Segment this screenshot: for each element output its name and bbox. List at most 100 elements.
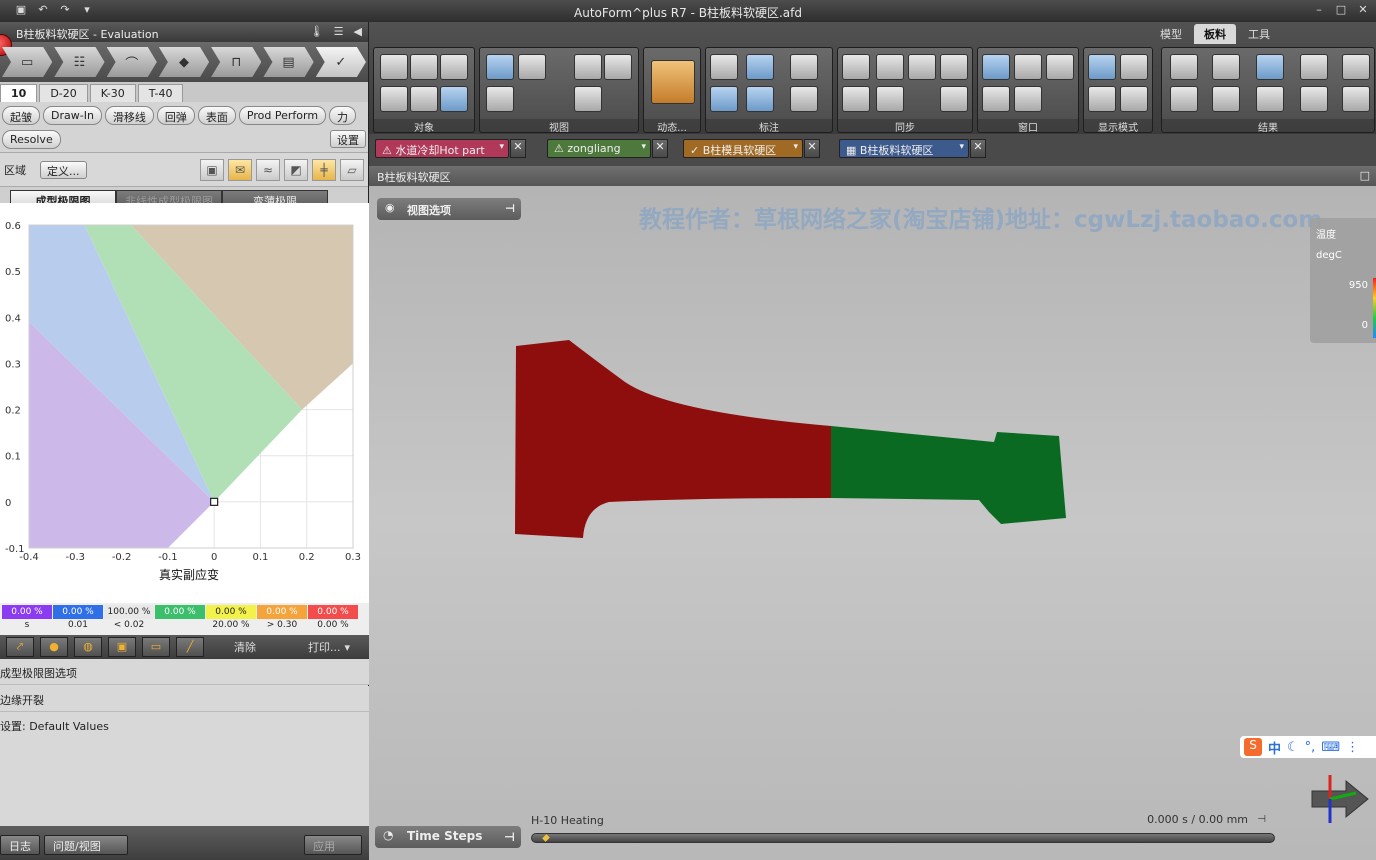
step-process[interactable]: ☷ bbox=[54, 47, 105, 77]
view-fit-icon[interactable] bbox=[574, 54, 602, 80]
window-single-icon[interactable] bbox=[982, 54, 1010, 80]
annotation-brush-icon[interactable] bbox=[790, 86, 818, 112]
section-icon[interactable]: ◩ bbox=[284, 159, 308, 181]
sync-link-icon[interactable] bbox=[940, 54, 968, 80]
chevron-down-icon[interactable]: ▾ bbox=[959, 142, 964, 152]
ribbon-tab-tools[interactable]: 工具 bbox=[1238, 24, 1280, 44]
dynamic-section-icon[interactable] bbox=[651, 60, 695, 104]
define-button[interactable]: 定义... bbox=[40, 160, 87, 179]
axis-icon[interactable]: ╪ bbox=[312, 159, 336, 181]
ribbon-tab-blank[interactable]: 板料 bbox=[1194, 24, 1236, 44]
view-axis-icon[interactable] bbox=[486, 54, 514, 80]
view-camera-icon[interactable] bbox=[604, 54, 632, 80]
doc-tab-hot-part[interactable]: ⚠ 水道冷却Hot part ▾ ✕ bbox=[375, 139, 526, 158]
maximize-icon[interactable]: □ bbox=[1334, 3, 1348, 17]
apply-button[interactable]: 应用 bbox=[304, 835, 362, 855]
ime-toolbar[interactable]: S 中 ☾ °, ⌨ ⋮ bbox=[1240, 736, 1376, 758]
step-blank[interactable]: ◆ bbox=[158, 47, 210, 77]
object-blank-icon[interactable] bbox=[440, 86, 468, 112]
sync-unlink-icon[interactable] bbox=[940, 86, 968, 112]
print-button[interactable]: 打印... bbox=[308, 639, 341, 655]
moon-icon[interactable]: ☾ bbox=[1287, 740, 1299, 755]
clear-button[interactable]: 清除 bbox=[234, 639, 308, 655]
sync-list-icon[interactable] bbox=[908, 54, 936, 80]
result-flow-icon[interactable] bbox=[1300, 86, 1328, 112]
pick-eraser-icon[interactable]: ▭ bbox=[142, 637, 170, 657]
chip-surface[interactable]: 表面 bbox=[197, 106, 236, 125]
result-shape-icon[interactable] bbox=[1170, 54, 1198, 80]
result-draw-icon[interactable] bbox=[1256, 86, 1284, 112]
window-split-h-icon[interactable] bbox=[982, 86, 1010, 112]
annotation-tag-icon[interactable] bbox=[710, 86, 738, 112]
close-icon[interactable]: ✕ bbox=[652, 139, 668, 158]
result-envelope-icon[interactable] bbox=[1300, 54, 1328, 80]
close-icon[interactable]: ✕ bbox=[804, 139, 820, 158]
chip-prod-perform[interactable]: Prod Perform bbox=[238, 106, 327, 125]
step-drawing[interactable]: ⌒ bbox=[106, 47, 157, 77]
object-die-icon[interactable] bbox=[410, 54, 438, 80]
fld-options-section[interactable]: 成型极限图选项 bbox=[0, 659, 369, 685]
time-step-slider[interactable] bbox=[531, 833, 1275, 843]
sync-clock-icon[interactable] bbox=[842, 86, 870, 112]
view-iso-icon[interactable] bbox=[518, 54, 546, 80]
chevron-down-icon[interactable]: ▾ bbox=[499, 142, 504, 152]
chip-resolve[interactable]: Resolve bbox=[2, 130, 61, 149]
list-check-icon[interactable]: ☰ bbox=[334, 25, 344, 38]
display-hidden-icon[interactable] bbox=[1120, 86, 1148, 112]
step-geometry[interactable]: ▭ bbox=[2, 47, 53, 77]
surface-icon[interactable]: ≈ bbox=[256, 159, 280, 181]
tab-k-30[interactable]: K-30 bbox=[89, 84, 136, 102]
pick-point-icon[interactable]: ⤤ bbox=[6, 637, 34, 657]
result-stack-icon[interactable] bbox=[1342, 54, 1370, 80]
pick-area-icon[interactable]: ◍ bbox=[74, 637, 102, 657]
chevron-down-icon[interactable]: ▾ bbox=[793, 142, 798, 152]
box-icon[interactable]: ▣ bbox=[200, 159, 224, 181]
doc-tab-die-zones[interactable]: ✓ B柱模具软硬区 ▾ ✕ bbox=[683, 139, 820, 158]
tab-t-40[interactable]: T-40 bbox=[137, 84, 184, 102]
print-dropdown-icon[interactable]: ▾ bbox=[345, 641, 351, 654]
annotation-number-icon[interactable] bbox=[746, 86, 774, 112]
result-wave-icon[interactable] bbox=[1342, 86, 1370, 112]
result-axis-icon[interactable] bbox=[1170, 86, 1198, 112]
step-tools[interactable]: ⊓ bbox=[211, 47, 262, 77]
slider-handle[interactable] bbox=[542, 834, 550, 842]
sync-camera-icon[interactable] bbox=[842, 54, 870, 80]
doc-tab-blank-zones[interactable]: ▦ B柱板料软硬区 ▾ ✕ bbox=[839, 139, 986, 158]
keyboard-icon[interactable]: ⌨ bbox=[1321, 740, 1340, 755]
doc-tab-zongliang[interactable]: ⚠ zongliang ▾ ✕ bbox=[547, 139, 668, 158]
object-plate-icon[interactable] bbox=[410, 86, 438, 112]
display-mesh-icon[interactable] bbox=[1088, 86, 1116, 112]
sheet-icon[interactable]: ▱ bbox=[340, 159, 364, 181]
edge-crack-section[interactable]: 边缘开裂 bbox=[0, 686, 369, 712]
more-icon[interactable]: ⋮ bbox=[1346, 740, 1359, 755]
close-icon[interactable]: ✕ bbox=[510, 139, 526, 158]
chip-wrinkle[interactable]: 起皱 bbox=[2, 106, 40, 125]
step-simulation[interactable]: ▤ bbox=[263, 47, 314, 77]
minimize-icon[interactable]: – bbox=[1312, 3, 1326, 17]
result-temperature-icon[interactable] bbox=[1256, 54, 1284, 80]
display-wire-icon[interactable] bbox=[1120, 54, 1148, 80]
issue-view-button[interactable]: 问题/视图 bbox=[44, 835, 128, 855]
object-sheet-icon[interactable] bbox=[380, 86, 408, 112]
annotation-label-icon[interactable] bbox=[746, 54, 774, 80]
object-binder-icon[interactable] bbox=[440, 54, 468, 80]
sogou-icon[interactable]: S bbox=[1244, 738, 1262, 756]
tab-d-20[interactable]: D-20 bbox=[39, 84, 88, 102]
annotation-pick-icon[interactable] bbox=[710, 54, 738, 80]
chip-draw-in[interactable]: Draw-In bbox=[43, 106, 102, 125]
step-evaluation[interactable]: ✓ bbox=[315, 47, 366, 77]
pick-region-icon[interactable]: ▣ bbox=[108, 637, 136, 657]
window-cascade-icon[interactable] bbox=[1046, 54, 1074, 80]
display-shaded-icon[interactable] bbox=[1088, 54, 1116, 80]
chip-springback[interactable]: 回弹 bbox=[156, 106, 195, 125]
log-button[interactable]: 日志 bbox=[0, 835, 40, 855]
3d-viewport[interactable]: ◉ 视图选项 ⊣ 教程作者：草根网络之家(淘宝店铺)地址：cgwLzj.taob… bbox=[369, 186, 1376, 860]
collapse-left-icon[interactable]: ◀ bbox=[354, 25, 362, 38]
maximize-view-icon[interactable]: □ bbox=[1360, 169, 1370, 182]
pin-icon[interactable]: ⊣ bbox=[1257, 814, 1266, 825]
punctuation-icon[interactable]: °, bbox=[1305, 740, 1316, 755]
object-box-icon[interactable] bbox=[380, 54, 408, 80]
view-zoom-icon[interactable] bbox=[574, 86, 602, 112]
sync-result-icon[interactable] bbox=[876, 86, 904, 112]
pick-red-icon[interactable]: ● bbox=[40, 637, 68, 657]
